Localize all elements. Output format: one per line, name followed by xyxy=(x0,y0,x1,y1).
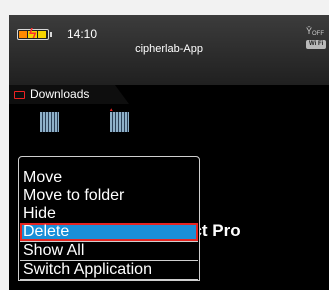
context-menu: Move Move to folder Hide Delete Show All… xyxy=(18,156,200,281)
app-title: cipherlab-App xyxy=(135,43,203,55)
folder-icon xyxy=(14,91,25,99)
wifi-icon: Wi Fi xyxy=(306,40,327,49)
menu-item-move-to-folder[interactable]: Move to folder xyxy=(20,187,198,205)
barcode-app-icon[interactable] xyxy=(110,112,129,132)
menu-item-switch-application[interactable]: Switch Application xyxy=(20,260,198,280)
battery-cell xyxy=(37,31,46,38)
battery-icon: ϟ xyxy=(17,25,49,41)
menu-item-move[interactable]: Move xyxy=(20,169,198,187)
tab-label: Downloads xyxy=(30,87,90,101)
signal-off-label: OFF xyxy=(312,31,324,37)
battery-cap xyxy=(50,32,52,37)
barcode-app-icon[interactable] xyxy=(40,112,59,132)
device-frame: ϟ 14:10 cipherlab-App Ȳ OFF Wi Fi Downlo… xyxy=(0,0,329,290)
screen: ϟ 14:10 cipherlab-App Ȳ OFF Wi Fi Downlo… xyxy=(9,15,329,290)
menu-item-delete[interactable]: Delete xyxy=(20,223,198,241)
menu-item-hide[interactable]: Hide xyxy=(20,205,198,223)
tab-bar: Downloads xyxy=(9,85,329,104)
menu-item-show-all[interactable]: Show All xyxy=(20,241,198,260)
charging-bolt-icon: ϟ xyxy=(29,25,37,41)
clock: 14:10 xyxy=(67,27,98,41)
tab-downloads[interactable]: Downloads xyxy=(9,85,129,104)
status-bar: ϟ 14:10 cipherlab-App Ȳ OFF Wi Fi xyxy=(9,15,329,85)
new-badge-icon: ▴ xyxy=(110,107,113,113)
battery-cell xyxy=(19,31,28,38)
